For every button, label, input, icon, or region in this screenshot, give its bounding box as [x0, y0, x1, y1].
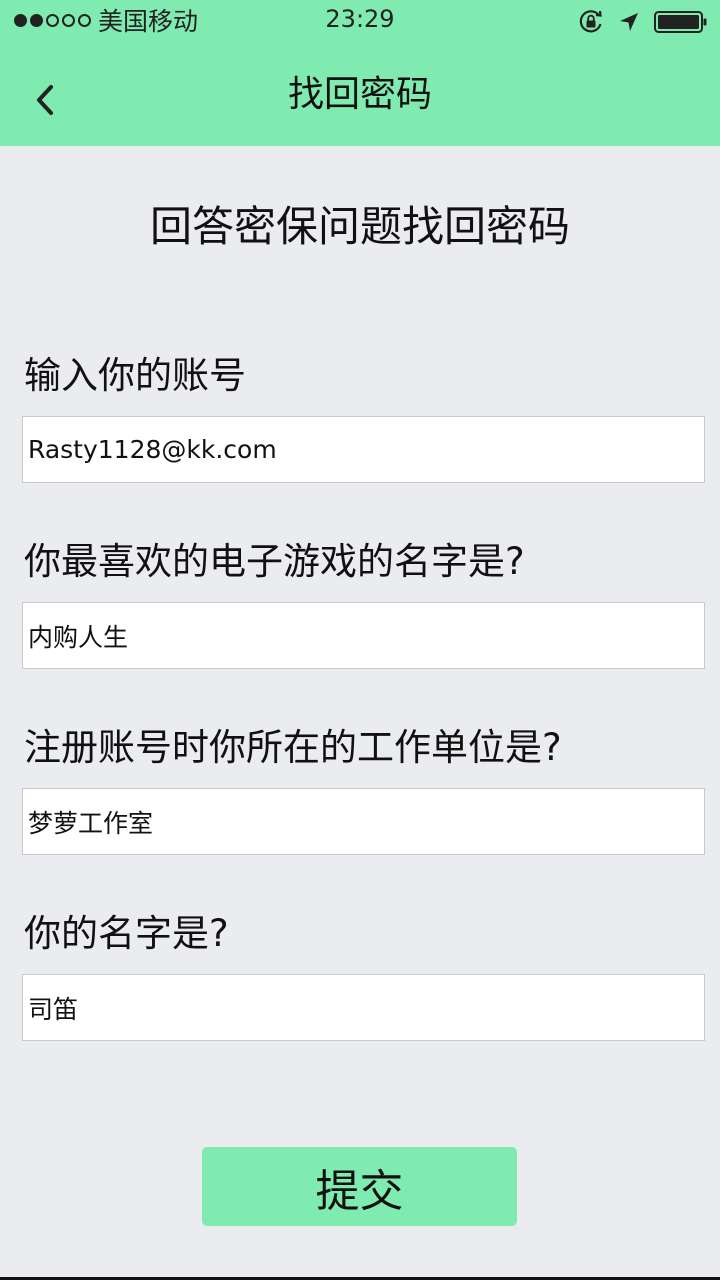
question-3-label: 你的名字是?	[24, 912, 229, 955]
question-3-answer-input[interactable]	[22, 974, 705, 1041]
page-title: 找回密码	[287, 74, 432, 115]
signal-dot	[78, 14, 91, 27]
battery-icon	[654, 11, 707, 33]
signal-dot	[30, 14, 43, 27]
submit-button[interactable]: 提交	[202, 1147, 517, 1226]
back-button[interactable]	[22, 72, 68, 128]
account-input[interactable]	[22, 416, 705, 483]
question-1-label: 你最喜欢的电子游戏的名字是?	[24, 540, 525, 583]
question-1-answer-input[interactable]	[22, 602, 705, 669]
top-bar: 美国移动 23:29 找回密码	[0, 0, 720, 146]
orientation-lock-icon	[579, 10, 602, 33]
signal-dot	[62, 14, 75, 27]
status-bar: 美国移动 23:29	[0, 0, 720, 44]
carrier-name: 美国移动	[98, 7, 199, 36]
chevron-left-icon	[37, 85, 53, 115]
section-heading: 回答密保问题找回密码	[149, 202, 570, 251]
status-icons	[578, 9, 708, 35]
question-2-label: 注册账号时你所在的工作单位是?	[24, 726, 562, 769]
status-time: 23:29	[325, 5, 395, 33]
signal-dot	[46, 14, 59, 27]
location-arrow-icon	[620, 13, 638, 31]
question-2-answer-input[interactable]	[22, 788, 705, 855]
signal-strength-icon	[14, 14, 91, 27]
account-label: 输入你的账号	[24, 354, 246, 397]
navigation-bar: 找回密码	[0, 50, 720, 146]
signal-dot	[14, 14, 27, 27]
